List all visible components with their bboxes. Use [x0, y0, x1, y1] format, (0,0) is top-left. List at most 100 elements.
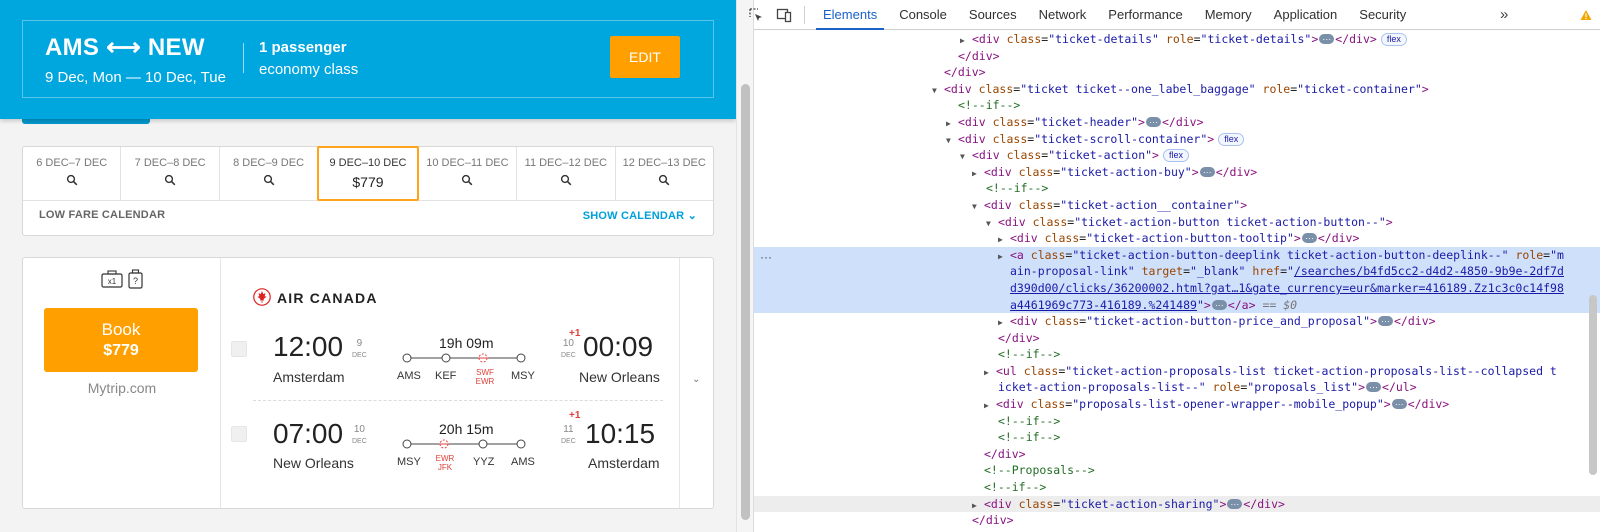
- show-calendar-link[interactable]: SHOW CALENDAR ⌄: [583, 209, 697, 222]
- toolbar-divider: [804, 6, 805, 24]
- dom-comment[interactable]: <!--if-->: [754, 413, 1600, 430]
- dom-node-ticket-details[interactable]: ▶ <div class="ticket-details" role="ticke…: [754, 31, 1600, 48]
- show-calendar-label: SHOW CALENDAR: [582, 210, 685, 222]
- tab-memory[interactable]: Memory: [1194, 0, 1263, 30]
- dom-node-price-and-proposal[interactable]: ▶ <div class="ticket-action-button-price_…: [754, 313, 1600, 330]
- travel-dates: 9 Dec, Mon — 10 Dec, Tue: [45, 69, 226, 86]
- passenger-count: 1 passenger: [259, 39, 347, 56]
- flight-duration: 19h 09m: [439, 335, 494, 351]
- dom-node-deeplink-selected[interactable]: ▶ <a class="ticket-action-button-deeplink…: [754, 246, 1600, 264]
- arrival-city: Amsterdam: [588, 455, 660, 471]
- dom-node-ticket-action-button[interactable]: ▼ <div class="ticket-action-button ticket…: [754, 214, 1600, 231]
- date-cell-9-10-dec-selected[interactable]: 9 DEC–10 DEC $779: [317, 146, 419, 201]
- node-actions-ellipsis[interactable]: ···: [760, 250, 772, 264]
- tab-sources[interactable]: Sources: [958, 0, 1028, 30]
- dom-node-deeplink-selected[interactable]: d390d00/clicks/36200002.html?gat…1&gate_…: [754, 279, 1600, 297]
- search-icon: [66, 174, 78, 186]
- search-icon: [659, 174, 670, 186]
- book-button[interactable]: Book $779: [44, 308, 198, 372]
- dom-comment[interactable]: <!--if-->: [754, 180, 1600, 197]
- dom-closing-tag[interactable]: </div>: [754, 446, 1600, 463]
- dom-node-ticket-action-sharing[interactable]: ▶ <div class="ticket-action-sharing"> ··· <…: [754, 495, 1600, 513]
- date-cell-label: 10 DEC–11 DEC: [426, 157, 509, 169]
- date-cell-label: 7 DEC–8 DEC: [134, 157, 206, 169]
- search-icon: [165, 174, 176, 186]
- stop-code: MSY: [397, 456, 421, 468]
- search-summary-box[interactable]: AMS ⟷ NEW 9 Dec, Mon — 10 Dec, Tue 1 pas…: [22, 20, 714, 98]
- more-tabs-button[interactable]: »: [1500, 0, 1508, 30]
- page-scrollbar-thumb[interactable]: [741, 84, 750, 520]
- dom-node-proposals-list[interactable]: icket-action-proposals-list--" role="pro…: [754, 379, 1600, 396]
- dom-comment[interactable]: <!--if-->: [754, 346, 1600, 363]
- date-cell-10-11-dec[interactable]: 10 DEC–11 DEC: [419, 147, 518, 200]
- dom-node-deeplink-selected[interactable]: a4461969c773-416189.%241489"> ··· </a> == …: [754, 296, 1600, 314]
- agency-name[interactable]: Mytrip.com: [23, 380, 221, 396]
- edit-search-button[interactable]: EDIT: [610, 36, 680, 78]
- date-cell-label: 12 DEC–13 DEC: [622, 157, 706, 169]
- segment-checkbox[interactable]: [231, 426, 247, 442]
- dom-node-ticket-action-buy[interactable]: ▶ <div class="ticket-action-buy"> ··· </div…: [754, 164, 1600, 181]
- dom-node-deeplink-selected[interactable]: ain-proposal-link" target="_blank" href=…: [754, 263, 1600, 280]
- dom-closing-tag[interactable]: </div>: [754, 48, 1600, 65]
- arrival-city: New Orleans: [579, 369, 660, 385]
- date-cell-7-8-dec[interactable]: 7 DEC–8 DEC: [121, 147, 220, 200]
- chevron-down-icon: ⌄: [692, 374, 701, 385]
- date-cells: 6 DEC–7 DEC 7 DEC–8 DEC 8 DEC–9 DEC 9 DE…: [23, 146, 713, 201]
- dom-closing-tag[interactable]: </div>: [754, 330, 1600, 347]
- dom-node-proposals-opener[interactable]: ▶ <div class="proposals-list-opener-wrapp…: [754, 396, 1600, 413]
- dom-comment[interactable]: <!--if-->: [754, 97, 1600, 114]
- date-cell-11-12-dec[interactable]: 11 DEC–12 DEC: [517, 147, 616, 200]
- date-cell-8-9-dec[interactable]: 8 DEC–9 DEC: [220, 147, 319, 200]
- arrival-time: 00:09: [583, 331, 654, 362]
- segment-checkbox[interactable]: [231, 341, 247, 357]
- inspect-element-icon[interactable]: [748, 7, 764, 23]
- deeplink-href[interactable]: /searches/b4fd5cc2-d4d2-4850-9b9e-2df7d: [1294, 264, 1564, 278]
- dom-node-ticket-header[interactable]: ▶ <div class="ticket-header"> ··· </div>: [754, 114, 1600, 131]
- baggage-icon: x1 ?: [101, 269, 143, 289]
- dom-node-action-button-tooltip[interactable]: ▶ <div class="ticket-action-button-toolti…: [754, 230, 1600, 247]
- ticket-expand-toggle[interactable]: ⌄: [679, 258, 713, 508]
- next-day-indicator: +1: [569, 410, 581, 421]
- header-divider: [243, 43, 244, 73]
- tab-console[interactable]: Console: [888, 0, 958, 30]
- search-icon: [263, 174, 274, 186]
- tab-performance[interactable]: Performance: [1097, 0, 1193, 30]
- departure-time: 07:00: [273, 418, 344, 449]
- stop-code: AMS: [511, 456, 535, 468]
- search-summary-header: AMS ⟷ NEW 9 Dec, Mon — 10 Dec, Tue 1 pas…: [0, 0, 736, 119]
- tab-elements[interactable]: Elements: [812, 0, 888, 30]
- warning-icon[interactable]: [1580, 9, 1592, 21]
- segment-divider: [253, 400, 663, 401]
- arrival-time: 10:15: [585, 418, 656, 449]
- stop-code: AMS: [397, 370, 421, 382]
- tab-network[interactable]: Network: [1028, 0, 1098, 30]
- dom-node-ticket-action[interactable]: ▼ <div class="ticket-action"> flex: [754, 147, 1600, 164]
- dom-node-ticket-scroll-container[interactable]: ▼ <div class="ticket-scroll-container"> fl…: [754, 131, 1600, 148]
- device-toolbar-icon[interactable]: [776, 7, 792, 23]
- date-cell-12-13-dec[interactable]: 12 DEC–13 DEC: [616, 147, 713, 200]
- dom-node-ticket-action-container[interactable]: ▼ <div class="ticket-action__container">: [754, 197, 1600, 214]
- date-cell-label: 9 DEC–10 DEC: [329, 157, 407, 169]
- low-fare-calendar-label: LOW FARE CALENDAR: [39, 209, 166, 221]
- dom-tree-scrollbar[interactable]: [1586, 31, 1600, 532]
- dom-node-ticket-container[interactable]: ▼ <div class="ticket ticket--one_label_ba…: [754, 81, 1600, 98]
- dom-comment[interactable]: <!--if-->: [754, 429, 1600, 446]
- dom-comment[interactable]: <!--Proposals-->: [754, 462, 1600, 479]
- chevron-down-icon: ⌄: [687, 210, 697, 222]
- dom-closing-tag[interactable]: </div>: [754, 64, 1600, 81]
- tab-application[interactable]: Application: [1263, 0, 1349, 30]
- devtools-toolbar: Elements Console Sources Network Perform…: [749, 0, 1600, 30]
- dom-comment[interactable]: <!--if-->: [754, 479, 1600, 496]
- flight-results-page: AMS ⟷ NEW 9 Dec, Mon — 10 Dec, Tue 1 pas…: [0, 0, 736, 532]
- tab-security[interactable]: Security: [1348, 0, 1417, 30]
- date-cell-price: $779: [352, 174, 384, 190]
- cabin-class: economy class: [259, 61, 359, 78]
- date-cell-6-7-dec[interactable]: 6 DEC–7 DEC: [23, 147, 122, 200]
- transfer-airports: SWF EWR: [475, 368, 495, 386]
- dom-tree-scrollbar-thumb[interactable]: [1589, 295, 1597, 475]
- date-cell-label: 6 DEC–7 DEC: [36, 157, 108, 169]
- dom-node-proposals-list[interactable]: ▶ <ul class="ticket-action-proposals-list…: [754, 363, 1600, 380]
- stop-code: KEF: [435, 370, 457, 382]
- page-scrollbar[interactable]: [736, 0, 754, 532]
- dom-closing-tag[interactable]: </div>: [754, 512, 1600, 529]
